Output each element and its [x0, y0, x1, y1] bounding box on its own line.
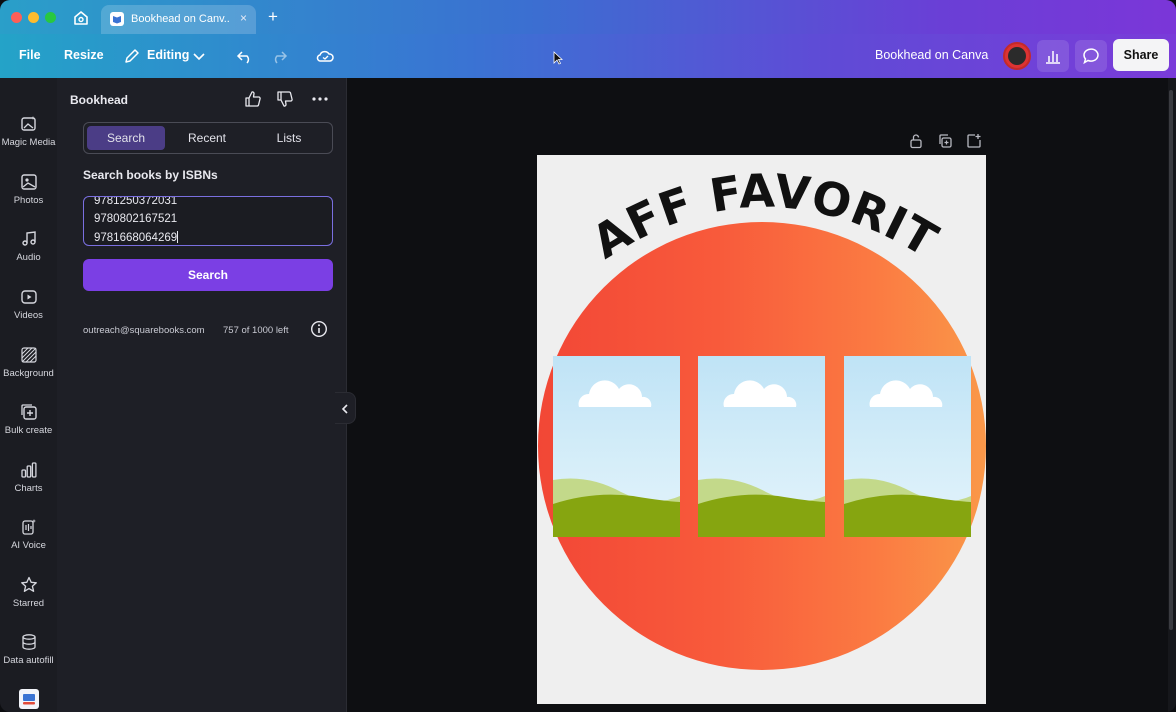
rail-label: Photos: [13, 195, 44, 206]
rail-item-charts[interactable]: Charts: [0, 461, 57, 513]
chevron-left-icon: [341, 404, 348, 414]
panel-tabs: Search Recent Lists: [83, 122, 333, 154]
rail-item-magic-media[interactable]: Magic Media: [0, 115, 57, 167]
avatar[interactable]: [1003, 42, 1031, 70]
resize-menu[interactable]: Resize: [64, 48, 104, 62]
rail-item-bulk-create[interactable]: Bulk create: [0, 403, 57, 455]
image-placeholder[interactable]: [698, 356, 825, 537]
isbn-line: 9781250372031: [94, 196, 178, 207]
minimize-window-button[interactable]: [28, 12, 39, 23]
rail-item-ai-voice[interactable]: AI Voice: [0, 518, 57, 570]
tab-close-icon[interactable]: ×: [240, 11, 247, 25]
info-icon[interactable]: [310, 320, 328, 338]
editor-toolbar: File Resize Editing Bookhead on Canva Sh…: [0, 34, 1176, 78]
rail-item-audio[interactable]: Audio: [0, 230, 57, 282]
panel-title: Bookhead: [70, 93, 129, 107]
scrollbar-thumb[interactable]: [1169, 90, 1173, 630]
document-title[interactable]: Bookhead on Canva: [875, 48, 988, 62]
tab-lists[interactable]: Lists: [250, 126, 328, 150]
rail-label: Background: [3, 368, 54, 379]
isbn-line: 9781668064269: [94, 232, 178, 244]
isbn-textarea[interactable]: 9781250372031 9780802167521 978166806426…: [83, 196, 333, 246]
rail-label: Magic Media: [1, 137, 56, 148]
rail-label: Data autofill: [3, 655, 54, 666]
comment-icon: [1083, 48, 1099, 65]
redo-icon[interactable]: [269, 46, 289, 66]
close-window-button[interactable]: [11, 12, 22, 23]
poster-title-arc[interactable]: STAFF FAVORITES: [537, 155, 986, 285]
tab-recent[interactable]: Recent: [168, 126, 246, 150]
chevron-down-icon[interactable]: [189, 46, 209, 66]
app-window: Bookhead on Canv... × + File Resize Edit…: [0, 0, 1176, 712]
landscape-placeholder-icon: [698, 380, 825, 537]
more-options-icon[interactable]: [311, 90, 329, 108]
cloud-saved-icon[interactable]: [315, 46, 335, 66]
search-button[interactable]: Search: [83, 259, 333, 291]
mouse-cursor-icon: [553, 51, 563, 65]
bulk-create-icon: [21, 404, 37, 420]
image-placeholder[interactable]: [844, 356, 971, 537]
image-placeholder[interactable]: [553, 356, 680, 537]
photos-icon: [21, 174, 37, 190]
thumbs-down-icon[interactable]: [276, 90, 294, 108]
charts-icon: [21, 462, 37, 478]
rail-item-videos[interactable]: Videos: [0, 288, 57, 340]
design-page[interactable]: STAFF FAVORITES: [537, 155, 986, 704]
lock-icon[interactable]: [908, 133, 924, 149]
home-icon[interactable]: [71, 8, 91, 28]
new-tab-button[interactable]: +: [268, 8, 278, 26]
usage-count: 757 of 1000 left: [223, 325, 289, 336]
videos-icon: [21, 290, 37, 304]
canvas-scrollbar[interactable]: [1168, 78, 1176, 712]
rail-item-background[interactable]: Background: [0, 346, 57, 398]
bar-chart-icon: [1046, 51, 1060, 64]
bookhead-favicon-icon: [110, 12, 124, 26]
editing-mode-dropdown[interactable]: Editing: [147, 48, 189, 62]
rail-label: Bulk create: [4, 425, 53, 436]
rail-label: Starred: [12, 598, 45, 609]
landscape-placeholder-icon: [844, 380, 971, 537]
magic-media-icon: [21, 116, 36, 131]
star-icon: [21, 576, 37, 592]
comments-button[interactable]: [1075, 40, 1107, 72]
rail-label: Charts: [14, 483, 43, 494]
rail-item-starred[interactable]: Starred: [0, 576, 57, 628]
rail-label: AI Voice: [11, 540, 46, 551]
isbn-line-with-caret: 9781668064269: [94, 231, 179, 244]
share-button[interactable]: Share: [1113, 39, 1169, 71]
rail-item-photos[interactable]: Photos: [0, 173, 57, 225]
collapse-panel-button[interactable]: [335, 392, 356, 424]
undo-icon[interactable]: [235, 46, 255, 66]
browser-tab-bar: Bookhead on Canv... × +: [0, 0, 1176, 34]
rail-label: Audio: [16, 252, 41, 263]
rail-label: Videos: [14, 310, 43, 321]
browser-tab[interactable]: Bookhead on Canv... ×: [101, 5, 256, 34]
poster-title: STAFF FAVORITES: [537, 155, 947, 269]
app-panel: Bookhead Search Recent Lists Search book…: [57, 78, 347, 712]
landscape-placeholder-icon: [553, 380, 680, 537]
text-caret: [177, 231, 179, 243]
thumbs-up-icon[interactable]: [244, 90, 262, 108]
insights-button[interactable]: [1037, 40, 1069, 72]
file-menu[interactable]: File: [19, 48, 41, 62]
pencil-icon: [125, 49, 139, 63]
tab-search[interactable]: Search: [87, 126, 165, 150]
duplicate-icon[interactable]: [937, 133, 953, 149]
side-rail: Magic Media Photos Audio Videos Backgrou…: [0, 78, 57, 712]
search-heading: Search books by ISBNs: [83, 168, 218, 182]
tab-title: Bookhead on Canv...: [131, 13, 229, 25]
database-icon: [22, 634, 36, 650]
maximize-window-button[interactable]: [45, 12, 56, 23]
rail-item-data-autofill[interactable]: Data autofill: [0, 633, 57, 685]
account-email: outreach@squarebooks.com: [83, 325, 205, 336]
bookhead-app-icon[interactable]: [19, 689, 39, 709]
ai-voice-icon: [22, 519, 36, 535]
isbn-line: 9780802167521: [94, 213, 178, 225]
background-icon: [21, 347, 37, 363]
add-page-icon[interactable]: [966, 133, 982, 149]
audio-icon: [22, 231, 36, 246]
